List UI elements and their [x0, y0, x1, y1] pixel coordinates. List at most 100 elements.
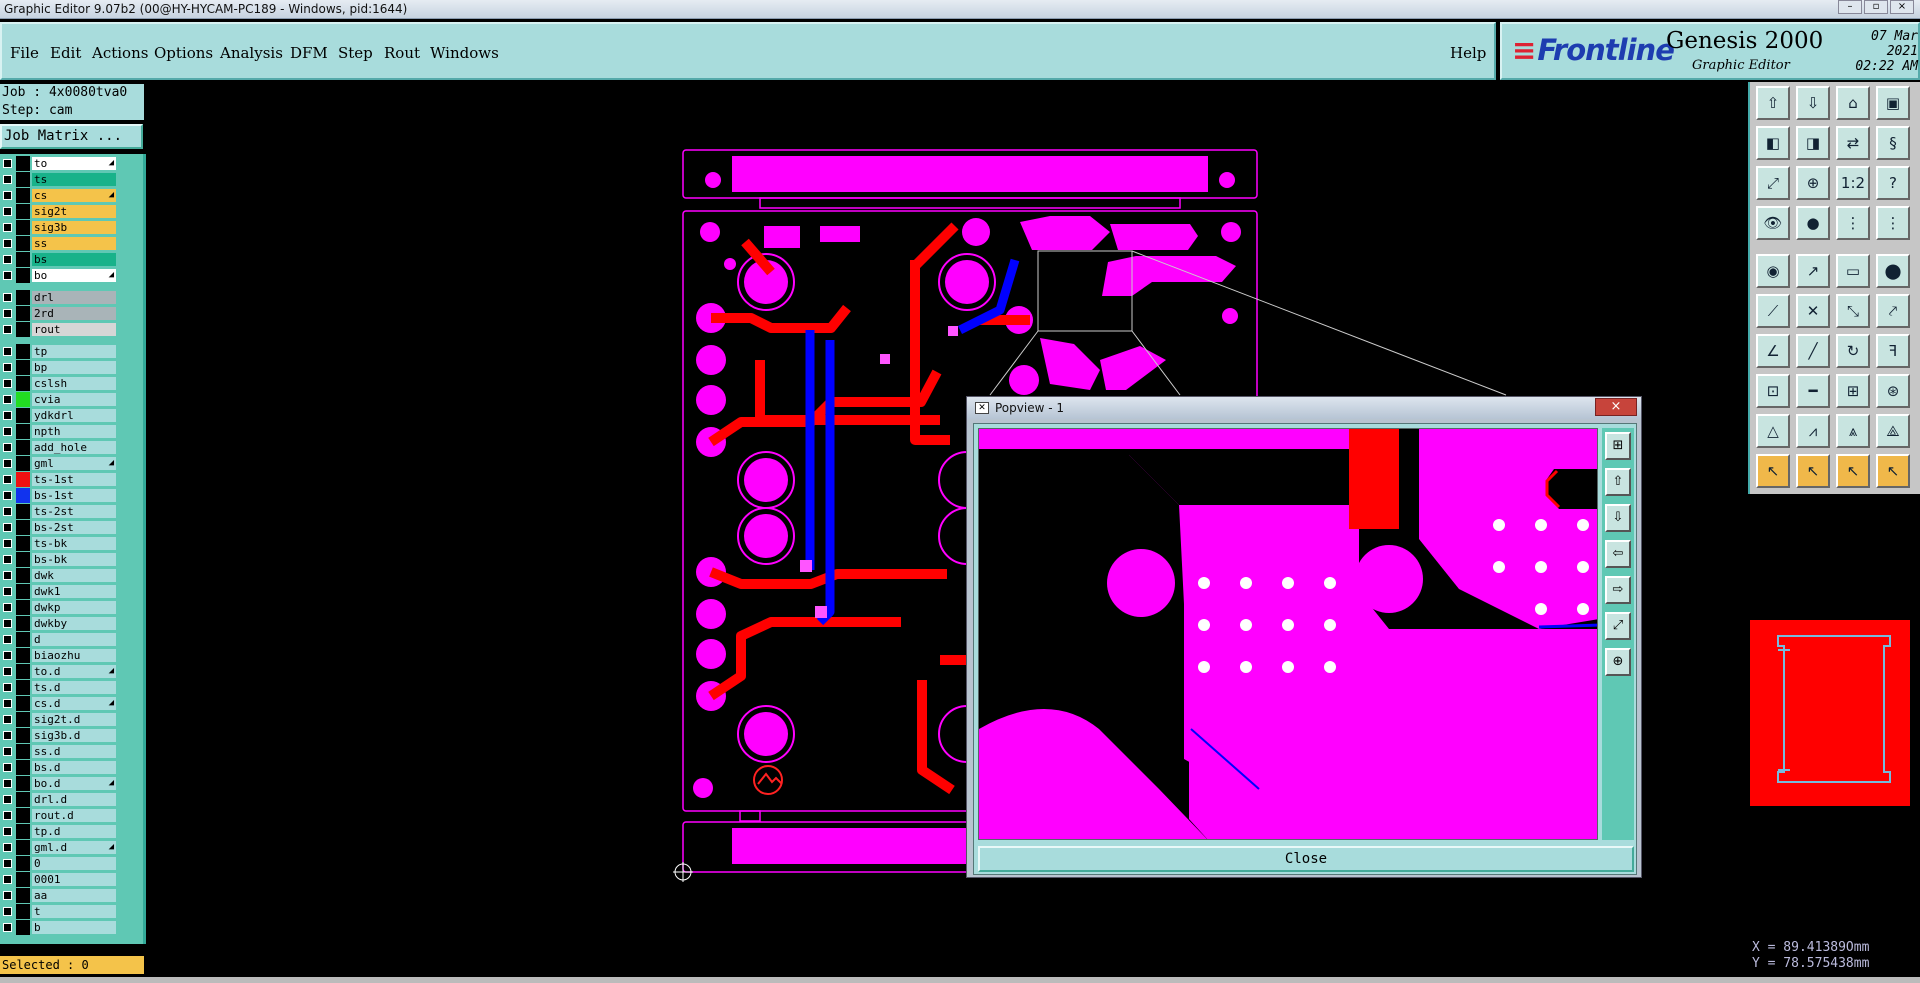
- layer-color-swatch[interactable]: [16, 856, 30, 871]
- layer-row-add_hole[interactable]: add_hole: [0, 440, 118, 455]
- target-button[interactable]: ⊞: [1836, 374, 1870, 408]
- layer-name[interactable]: bs: [32, 253, 116, 266]
- snap-button[interactable]: §: [1876, 126, 1910, 160]
- popview-tool-button[interactable]: ⇦: [1605, 540, 1631, 568]
- layer-checkbox[interactable]: [3, 907, 12, 916]
- layer-color-swatch[interactable]: [16, 344, 30, 359]
- layer-checkbox[interactable]: [3, 411, 12, 420]
- layer-checkbox[interactable]: [3, 683, 12, 692]
- layer-name[interactable]: 0: [32, 857, 116, 870]
- layer-checkbox[interactable]: [3, 175, 12, 184]
- layer-color-swatch[interactable]: [16, 680, 30, 695]
- layer-row-bo[interactable]: bo ◢: [0, 268, 118, 283]
- layer-row-dwk[interactable]: dwk: [0, 568, 118, 583]
- layer-name[interactable]: cvia: [32, 393, 116, 406]
- layer-checkbox[interactable]: [3, 255, 12, 264]
- layer-name[interactable]: npth: [32, 425, 116, 438]
- layer-name[interactable]: aa: [32, 889, 116, 902]
- layer-row-bs-bk[interactable]: bs-bk: [0, 552, 118, 567]
- layer-color-swatch[interactable]: [16, 888, 30, 903]
- popview-zoomed-view[interactable]: [978, 428, 1598, 840]
- connect-button[interactable]: ⤡: [1836, 294, 1870, 328]
- layer-row-ts.d[interactable]: ts.d: [0, 680, 118, 695]
- pointer2-button[interactable]: ↖: [1796, 454, 1830, 488]
- layer-checkbox[interactable]: [3, 811, 12, 820]
- layer-checkbox[interactable]: [3, 891, 12, 900]
- layer-name[interactable]: rout: [32, 323, 116, 336]
- layer-checkbox[interactable]: [3, 191, 12, 200]
- layer-checkbox[interactable]: [3, 667, 12, 676]
- layer-row-sig2t[interactable]: sig2t: [0, 204, 118, 219]
- layer-row-ydkdrl[interactable]: ydkdrl: [0, 408, 118, 423]
- ruler-button[interactable]: ▭: [1836, 254, 1870, 288]
- layer-name[interactable]: gml.d ◢: [32, 841, 116, 854]
- layer-color-swatch[interactable]: [16, 456, 30, 471]
- link-button[interactable]: ⤤: [1876, 294, 1910, 328]
- eye-button[interactable]: 👁: [1756, 206, 1790, 240]
- layer-checkbox[interactable]: [3, 571, 12, 580]
- pointer4-button[interactable]: ↖: [1876, 454, 1910, 488]
- layer-name[interactable]: bo.d ◢: [32, 777, 116, 790]
- layer-color-swatch[interactable]: [16, 920, 30, 935]
- layer-row-ts[interactable]: ts: [0, 172, 118, 187]
- layer-row-rout.d[interactable]: rout.d: [0, 808, 118, 823]
- layer-name[interactable]: d: [32, 633, 116, 646]
- layer-row-sig2t.d[interactable]: sig2t.d: [0, 712, 118, 727]
- layer-color-swatch[interactable]: [16, 188, 30, 203]
- maximize-button[interactable]: ▫: [1864, 0, 1888, 14]
- layer-color-swatch[interactable]: [16, 728, 30, 743]
- layer-checkbox[interactable]: [3, 379, 12, 388]
- layer-color-swatch[interactable]: [16, 616, 30, 631]
- menu-rout[interactable]: Rout: [384, 44, 420, 62]
- layer-checkbox[interactable]: [3, 587, 12, 596]
- layer-name[interactable]: gml ◢: [32, 457, 116, 470]
- layer-checkbox[interactable]: [3, 555, 12, 564]
- layer-row-to[interactable]: to ◢: [0, 156, 118, 171]
- layer-checkbox[interactable]: [3, 843, 12, 852]
- layer-checkbox[interactable]: [3, 619, 12, 628]
- layer-name[interactable]: cs ◢: [32, 189, 116, 202]
- layer-color-swatch[interactable]: [16, 520, 30, 535]
- layer-checkbox[interactable]: [3, 207, 12, 216]
- layer-color-swatch[interactable]: [16, 552, 30, 567]
- layer-name[interactable]: cs.d ◢: [32, 697, 116, 710]
- layer-color-swatch[interactable]: [16, 872, 30, 887]
- layer-row-2rd[interactable]: 2rd: [0, 306, 118, 321]
- layer-color-swatch[interactable]: [16, 904, 30, 919]
- layer-name[interactable]: ts.d: [32, 681, 116, 694]
- layer-color-swatch[interactable]: [16, 824, 30, 839]
- layer-color-swatch[interactable]: [16, 696, 30, 711]
- layer-name[interactable]: ss: [32, 237, 116, 250]
- layer-color-swatch[interactable]: [16, 536, 30, 551]
- tri1-button[interactable]: △: [1756, 414, 1790, 448]
- layer-name[interactable]: t: [32, 905, 116, 918]
- angle-button[interactable]: ∠: [1756, 334, 1790, 368]
- cross-button[interactable]: ✕: [1796, 294, 1830, 328]
- zoom-fit-button[interactable]: ⤢: [1756, 166, 1790, 200]
- popview-tool-button[interactable]: ⇧: [1605, 468, 1631, 496]
- layer-row-t[interactable]: t: [0, 904, 118, 919]
- close-window-button[interactable]: ×: [1890, 0, 1914, 14]
- layer-color-swatch[interactable]: [16, 776, 30, 791]
- line-button[interactable]: ╱: [1796, 334, 1830, 368]
- layer-row-sig3b.d[interactable]: sig3b.d: [0, 728, 118, 743]
- layer-row-rout[interactable]: rout: [0, 322, 118, 337]
- layer-color-swatch[interactable]: [16, 360, 30, 375]
- layer-checkbox[interactable]: [3, 827, 12, 836]
- layer-row-ts-2st[interactable]: ts-2st: [0, 504, 118, 519]
- layer-name[interactable]: dwk: [32, 569, 116, 582]
- layer-color-swatch[interactable]: [16, 808, 30, 823]
- layer-name[interactable]: sig3b: [32, 221, 116, 234]
- layer-row-gml.d[interactable]: gml.d ◢: [0, 840, 118, 855]
- layer-row-drl.d[interactable]: drl.d: [0, 792, 118, 807]
- window-button[interactable]: ▣: [1876, 86, 1910, 120]
- layer-color-swatch[interactable]: [16, 744, 30, 759]
- layer-checkbox[interactable]: [3, 651, 12, 660]
- layer-color-swatch[interactable]: [16, 440, 30, 455]
- layer-row-bs-1st[interactable]: bs-1st: [0, 488, 118, 503]
- popview-close-x[interactable]: ×: [1595, 398, 1637, 416]
- dot-button[interactable]: ⬤: [1876, 254, 1910, 288]
- layer-name[interactable]: tp.d: [32, 825, 116, 838]
- layer-row-0[interactable]: 0: [0, 856, 118, 871]
- layer-row-ss[interactable]: ss: [0, 236, 118, 251]
